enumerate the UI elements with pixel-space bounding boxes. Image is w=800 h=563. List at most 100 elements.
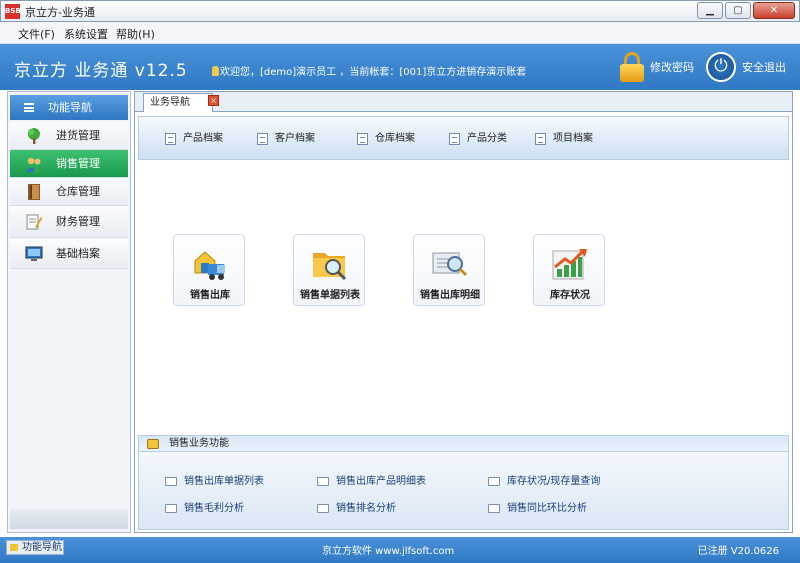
document-icon (257, 133, 268, 145)
user-info-text: 欢迎您，[demo]演示员工 ，当前帐套：[001]京立方进销存演示账套 (220, 67, 527, 78)
folder-icon (488, 504, 500, 513)
lock-icon (620, 52, 644, 82)
quick-link-customer-archive[interactable]: 客户档案 (257, 133, 315, 147)
sidebar-header: 功能导航 (10, 95, 128, 120)
maximize-button[interactable]: ▢ (725, 2, 751, 19)
power-icon: ⏻ (706, 52, 736, 82)
quick-link-label: 仓库档案 (375, 133, 415, 144)
folder-icon (317, 504, 329, 513)
menu-bar: 文件(F) 系统设置 帮助(H) (0, 22, 800, 44)
sidebar-title: 功能导航 (48, 101, 92, 114)
sidebar-item-sales[interactable]: 销售管理 (10, 150, 128, 178)
warehouse-book-icon (28, 184, 40, 200)
sales-functions-header: 销售业务功能 (139, 436, 788, 452)
growth-chart-icon (552, 249, 587, 280)
minimize-button[interactable]: ▁ (697, 2, 723, 19)
document-icon (449, 133, 460, 145)
tab-strip: 业务导航 × (135, 92, 792, 112)
delivery-truck-icon (194, 251, 225, 280)
tree-icon (28, 128, 40, 144)
app-name: 京立方 业务通 v12.5 (14, 61, 188, 81)
sidebar-item-warehouse[interactable]: 仓库管理 (10, 178, 128, 206)
user-icon (212, 66, 219, 76)
sidebar: 功能导航 进货管理 销售管理 仓库管理 财务管理 基础档案 (7, 91, 131, 533)
link-label: 销售出库单据列表 (184, 476, 264, 487)
close-button[interactable]: ✕ (753, 2, 795, 19)
quick-link-warehouse-archive[interactable]: 仓库档案 (357, 133, 415, 147)
tab-close-icon[interactable]: × (208, 95, 219, 106)
user-info: 欢迎您，[demo]演示员工 ，当前帐套：[001]京立方进销存演示账套 (212, 63, 526, 78)
window-title: 京立方-业务通 (25, 6, 95, 19)
link-label: 库存状况/现存量查询 (507, 476, 601, 487)
main-panel: 业务导航 × 产品档案 客户档案 仓库档案 产品分类 项目档案 销售出库 销售单… (134, 91, 793, 533)
status-nav-button[interactable]: 功能导航 (6, 540, 64, 555)
quick-link-label: 客户档案 (275, 133, 315, 144)
safe-exit-button[interactable]: ⏻ 安全退出 (706, 50, 786, 84)
link-sales-gross-profit[interactable]: 销售毛利分析 (165, 503, 244, 517)
tile-label: 销售单据列表 (300, 290, 360, 301)
sales-functions-panel: 销售业务功能 销售出库单据列表 销售出库产品明细表 库存状况/现存量查询 销售毛… (138, 435, 789, 530)
sidebar-item-label: 财务管理 (56, 215, 100, 228)
change-password-label: 修改密码 (650, 61, 694, 74)
quick-links-bar: 产品档案 客户档案 仓库档案 产品分类 项目档案 (138, 116, 789, 160)
folder-icon (165, 504, 177, 513)
document-icon (165, 133, 176, 145)
folder-icon (10, 544, 18, 551)
status-bar: 功能导航 京立方软件 www.jlfsoft.com 已注册 V20.0626 (0, 537, 800, 563)
sales-functions-title: 销售业务功能 (169, 438, 229, 449)
quick-link-label: 项目档案 (553, 133, 593, 144)
status-nav-label: 功能导航 (22, 542, 62, 553)
folder-search-icon (313, 253, 347, 281)
folder-icon (317, 477, 329, 486)
menu-help[interactable]: 帮助(H) (116, 26, 155, 42)
app-logo-icon: BSB (5, 4, 21, 19)
quick-link-product-archive[interactable]: 产品档案 (165, 133, 223, 147)
tile-inventory-status[interactable]: 库存状况 (533, 234, 605, 306)
sidebar-item-label: 销售管理 (56, 157, 100, 170)
sidebar-item-label: 进货管理 (56, 129, 100, 142)
folder-icon (165, 477, 177, 486)
document-icon (357, 133, 368, 145)
document-icon (535, 133, 546, 145)
link-sales-outbound-list[interactable]: 销售出库单据列表 (165, 476, 264, 490)
folder-icon (147, 439, 159, 449)
link-label: 销售同比环比分析 (507, 503, 587, 514)
tile-label: 销售出库 (190, 290, 230, 301)
link-label: 销售出库产品明细表 (336, 476, 426, 487)
link-sales-ranking[interactable]: 销售排名分析 (317, 503, 396, 517)
app-header: 京立方 业务通 v12.5 欢迎您，[demo]演示员工 ，当前帐套：[001]… (0, 44, 800, 90)
tab-label: 业务导航 (150, 97, 190, 108)
tile-sales-outbound-detail[interactable]: 销售出库明细 (413, 234, 485, 306)
link-inventory-query[interactable]: 库存状况/现存量查询 (488, 476, 600, 490)
menu-system-settings[interactable]: 系统设置 (64, 26, 108, 42)
link-sales-outbound-product-detail[interactable]: 销售出库产品明细表 (317, 476, 426, 490)
link-sales-yoy-mom[interactable]: 销售同比环比分析 (488, 503, 587, 517)
document-search-icon (432, 252, 468, 277)
list-icon (24, 103, 34, 112)
change-password-button[interactable]: 修改密码 (620, 50, 694, 84)
finance-note-icon (26, 214, 43, 230)
quick-link-label: 产品档案 (183, 133, 223, 144)
sidebar-item-purchase[interactable]: 进货管理 (10, 122, 128, 150)
sidebar-item-label: 基础档案 (56, 247, 100, 260)
company-info: 京立方软件 www.jlfsoft.com (322, 546, 455, 557)
sidebar-item-basic-archives[interactable]: 基础档案 (10, 239, 128, 269)
title-bar: BSB 京立方-业务通 ▁ ▢ ✕ (0, 0, 800, 22)
tile-sales-outbound[interactable]: 销售出库 (173, 234, 245, 306)
link-label: 销售排名分析 (336, 503, 396, 514)
monitor-icon (25, 246, 43, 261)
folder-icon (488, 477, 500, 486)
registration-info: 已注册 V20.0626 (697, 546, 779, 557)
tile-label: 销售出库明细 (420, 290, 480, 301)
tab-business-navigation[interactable]: 业务导航 × (143, 93, 219, 112)
quick-link-project-archive[interactable]: 项目档案 (535, 133, 593, 147)
tile-sales-document-list[interactable]: 销售单据列表 (293, 234, 365, 306)
quick-link-product-category[interactable]: 产品分类 (449, 133, 507, 147)
tile-label: 库存状况 (550, 290, 590, 301)
users-icon (26, 157, 42, 172)
window-controls: ▁ ▢ ✕ (697, 2, 795, 19)
sidebar-item-finance[interactable]: 财务管理 (10, 206, 128, 238)
menu-file[interactable]: 文件(F) (18, 26, 55, 42)
sidebar-footer (10, 509, 128, 529)
safe-exit-label: 安全退出 (742, 61, 786, 74)
